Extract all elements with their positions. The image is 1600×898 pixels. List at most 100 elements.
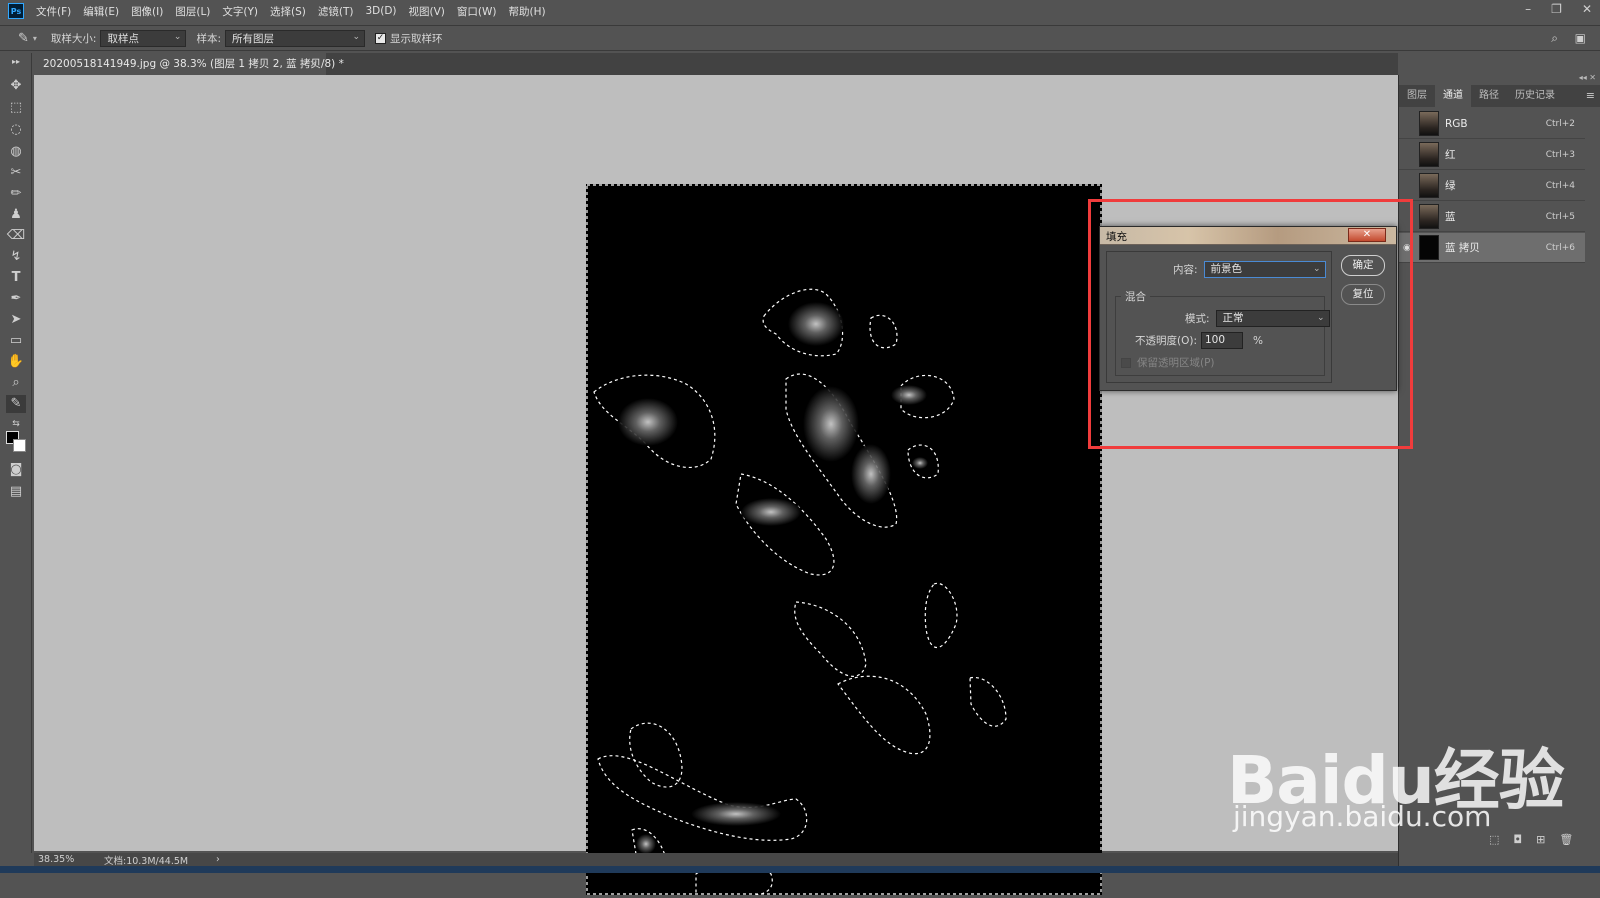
selection-region xyxy=(924,582,958,649)
menu-layer[interactable]: 图层(L) xyxy=(175,4,210,19)
channel-name: 蓝 拷贝 xyxy=(1445,242,1480,254)
channel-thumbnail xyxy=(1419,111,1439,136)
tab-paths[interactable]: 路径 xyxy=(1471,85,1507,107)
menu-file[interactable]: 文件(F) xyxy=(36,4,71,19)
highlight-spot xyxy=(618,398,678,446)
chevron-down-icon: ⌄ xyxy=(173,31,182,42)
zoom-level[interactable]: 38.35% xyxy=(38,854,104,865)
document-size: 文档:10.3M/44.5M xyxy=(104,855,189,867)
menu-view[interactable]: 视图(V) xyxy=(409,4,445,19)
delete-channel-icon[interactable]: 🗑 xyxy=(1559,833,1573,846)
zoom-tool-icon[interactable]: ⌕ xyxy=(6,374,26,392)
eraser-tool-icon[interactable]: ⌫ xyxy=(6,227,26,245)
load-selection-icon[interactable]: ⬚ xyxy=(1489,833,1499,846)
screen-mode-icon[interactable]: ▤ xyxy=(6,483,26,501)
tab-layers[interactable]: 图层 xyxy=(1399,85,1435,107)
visibility-toggle[interactable] xyxy=(1403,119,1413,129)
save-selection-icon[interactable]: ◘ xyxy=(1513,833,1522,846)
tool-preset-chevron-icon[interactable]: ▾ xyxy=(33,34,37,43)
stamp-tool-icon[interactable]: ♟ xyxy=(6,206,26,224)
search-icon[interactable]: ⌕ xyxy=(1551,31,1558,46)
highlight-spot xyxy=(788,302,844,346)
panel-collapse-icon[interactable]: ▸▸ xyxy=(6,53,26,71)
minimize-button[interactable]: – xyxy=(1525,2,1531,16)
move-tool-icon[interactable]: ✥ xyxy=(6,77,26,95)
selection-region xyxy=(629,722,683,788)
type-tool-icon[interactable]: T xyxy=(6,269,26,287)
lasso-tool-icon[interactable]: ◌ xyxy=(6,121,26,139)
quick-select-tool-icon[interactable]: ◍ xyxy=(6,143,26,161)
pen-tool-icon[interactable]: ✒ xyxy=(6,290,26,308)
channel-shortcut: Ctrl+4 xyxy=(1545,180,1575,191)
channel-row-blue[interactable]: 蓝 Ctrl+5 xyxy=(1399,202,1585,232)
channel-shortcut: Ctrl+6 xyxy=(1545,242,1575,253)
workspace-icon[interactable]: ▣ xyxy=(1575,31,1586,45)
crop-eyedropper-tool-icon[interactable]: ✂ xyxy=(6,164,26,182)
hand-tool-icon[interactable]: ✋ xyxy=(6,353,26,371)
sample-label: 样本: xyxy=(196,32,222,45)
selection-region xyxy=(794,601,867,677)
channel-thumbnail xyxy=(1419,173,1439,198)
document-tab-title: 20200518141949.jpg @ 38.3% (图层 1 拷贝 2, 蓝… xyxy=(43,58,344,70)
selection-region xyxy=(597,755,808,841)
history-brush-tool-icon[interactable]: ↯ xyxy=(6,248,26,266)
status-menu-arrow-icon[interactable]: › xyxy=(216,854,220,865)
menu-type[interactable]: 文字(Y) xyxy=(222,4,258,19)
channel-name: RGB xyxy=(1445,117,1468,130)
visibility-toggle[interactable] xyxy=(1403,150,1413,160)
menu-help[interactable]: 帮助(H) xyxy=(509,4,546,19)
tab-history[interactable]: 历史记录 xyxy=(1507,85,1563,107)
photoshop-logo: Ps xyxy=(8,3,24,19)
status-bar: 38.35% 文档:10.3M/44.5M › xyxy=(34,853,1398,867)
highlight-spot xyxy=(741,498,801,526)
panel-collapse-icon[interactable]: ◂◂ ✕ xyxy=(1579,73,1596,82)
menu-filter[interactable]: 滤镜(T) xyxy=(318,4,354,19)
selection-region xyxy=(735,473,835,576)
tab-channels[interactable]: 通道 xyxy=(1435,85,1471,107)
sample-size-select[interactable]: 取样点 ⌄ xyxy=(100,29,187,47)
new-channel-icon[interactable]: ⊞ xyxy=(1536,833,1545,846)
channel-row-green[interactable]: 绿 Ctrl+4 xyxy=(1399,171,1585,201)
annotation-highlight-box xyxy=(1088,199,1413,449)
restore-button[interactable]: ❐ xyxy=(1551,2,1562,16)
sample-value: 所有图层 xyxy=(232,32,275,45)
tools-panel: ▸▸ ✥ ⬚ ◌ ◍ ✂ ✏ ♟ ⌫ ↯ T ✒ ➤ ▭ ✋ ⌕ ✎ ⇆ ◙ ▤ xyxy=(0,53,32,853)
canvas-area[interactable] xyxy=(34,75,1398,897)
quick-mask-icon[interactable]: ◙ xyxy=(6,461,26,479)
menu-edit[interactable]: 编辑(E) xyxy=(83,4,119,19)
menu-select[interactable]: 选择(S) xyxy=(270,4,306,19)
selection-region xyxy=(837,675,931,755)
panel-menu-icon[interactable]: ≡ xyxy=(1586,85,1595,107)
close-window-button[interactable]: ✕ xyxy=(1582,2,1592,16)
channel-thumbnail xyxy=(1419,142,1439,167)
eyedropper-tool-icon[interactable]: ✎ xyxy=(18,31,29,46)
close-tab-icon[interactable]: × xyxy=(309,53,318,75)
panel-tabs: 图层 通道 路径 历史记录 ≡ xyxy=(1399,85,1600,107)
sample-select[interactable]: 所有图层 ⌄ xyxy=(225,29,366,47)
show-ring-label: 显示取样环 xyxy=(390,32,443,45)
show-ring-checkbox[interactable]: ✓ xyxy=(375,32,387,44)
channel-image-svg xyxy=(586,184,1102,897)
visibility-toggle[interactable] xyxy=(1403,181,1413,191)
menu-window[interactable]: 窗口(W) xyxy=(457,4,497,19)
document-tab[interactable]: 20200518141949.jpg @ 38.3% (图层 1 拷贝 2, 蓝… xyxy=(34,53,344,75)
background-color-swatch[interactable] xyxy=(13,439,26,452)
shape-tool-icon[interactable]: ▭ xyxy=(6,332,26,350)
channel-shortcut: Ctrl+5 xyxy=(1545,211,1575,222)
highlight-spot xyxy=(803,386,859,462)
eyedropper-active-tool-icon[interactable]: ✎ xyxy=(6,395,26,413)
channel-name: 红 xyxy=(1445,149,1456,161)
channel-row-rgb[interactable]: RGB Ctrl+2 xyxy=(1399,109,1585,139)
marquee-tool-icon[interactable]: ⬚ xyxy=(6,99,26,117)
brush-tool-icon[interactable]: ✏ xyxy=(6,185,26,203)
channel-row-blue-copy[interactable]: ◉ 蓝 拷贝 Ctrl+6 xyxy=(1399,233,1585,263)
document-image[interactable] xyxy=(586,184,1102,897)
channel-row-red[interactable]: 红 Ctrl+3 xyxy=(1399,140,1585,170)
selection-region xyxy=(969,676,1007,727)
menu-image[interactable]: 图像(I) xyxy=(131,4,163,19)
path-select-tool-icon[interactable]: ➤ xyxy=(6,311,26,329)
highlight-spot xyxy=(851,444,891,504)
menu-3d[interactable]: 3D(D) xyxy=(365,5,396,17)
document-tab-bar: 20200518141949.jpg @ 38.3% (图层 1 拷贝 2, 蓝… xyxy=(34,53,1398,75)
canvas-selection-marquee xyxy=(586,184,1102,895)
